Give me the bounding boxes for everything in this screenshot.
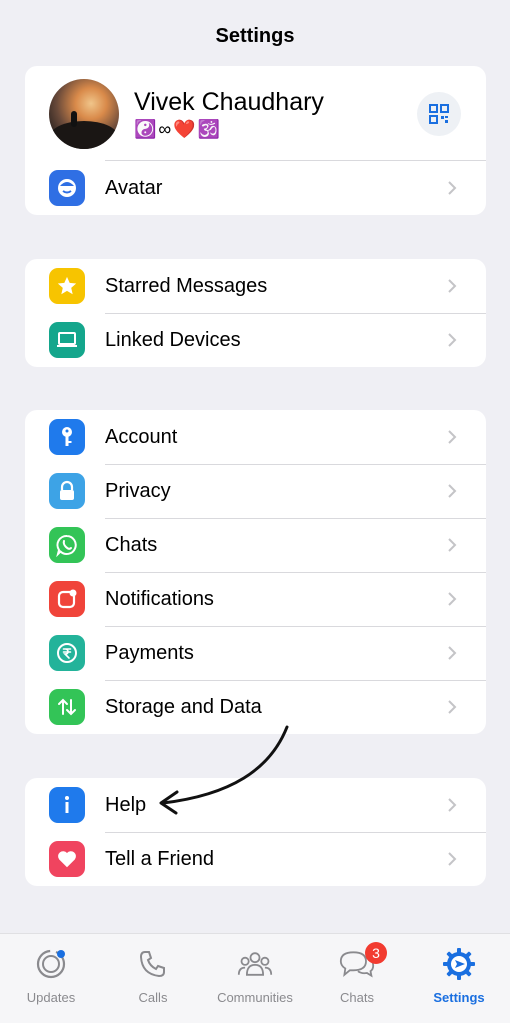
- arrows-updown-icon: [49, 689, 85, 725]
- profile-status: ☯️∞❤️🕉️: [134, 118, 223, 139]
- profile-card: Vivek Chaudhary ☯️∞❤️🕉️ Avatar: [25, 66, 486, 215]
- chevron-right-icon: [444, 591, 460, 607]
- phone-icon: [135, 946, 171, 982]
- group-starred-linked: Starred Messages Linked Devices: [25, 259, 486, 367]
- lock-icon: [49, 473, 85, 509]
- settings-row-starred[interactable]: Starred Messages: [25, 259, 486, 313]
- tab-chats[interactable]: 3 Chats: [307, 942, 407, 1005]
- qr-code-icon: [429, 104, 449, 124]
- chevron-right-icon: [444, 797, 460, 813]
- settings-row-help[interactable]: Help: [25, 778, 486, 832]
- settings-row-account[interactable]: Account: [25, 410, 486, 464]
- chevron-right-icon: [444, 851, 460, 867]
- settings-row-label: Account: [105, 425, 178, 448]
- updates-icon: [33, 946, 69, 982]
- star-icon: [49, 268, 85, 304]
- header: Settings: [0, 0, 510, 66]
- laptop-icon: [49, 322, 85, 358]
- settings-row-label: Help: [105, 793, 147, 816]
- settings-row-label: Linked Devices: [105, 328, 241, 351]
- chevron-right-icon: [444, 537, 460, 553]
- rupee-icon: [49, 635, 85, 671]
- settings-gear-icon: [441, 946, 477, 982]
- settings-row-linked-devices[interactable]: Linked Devices: [25, 313, 486, 367]
- tab-bar: Updates Calls Communities 3 Chats Settin…: [0, 933, 510, 1023]
- key-icon: [49, 419, 85, 455]
- chevron-right-icon: [444, 278, 460, 294]
- profile-row[interactable]: Vivek Chaudhary ☯️∞❤️🕉️: [25, 66, 486, 161]
- whatsapp-icon: [49, 527, 85, 563]
- settings-row-label: Notifications: [105, 587, 214, 610]
- tab-calls[interactable]: Calls: [103, 946, 203, 1005]
- tab-communities[interactable]: Communities: [205, 946, 305, 1005]
- settings-row-label: Starred Messages: [105, 274, 268, 297]
- unread-badge: 3: [365, 942, 387, 964]
- group-account-settings: Account Privacy Chats Notifications Paym…: [25, 410, 486, 734]
- heart-icon: [49, 841, 85, 877]
- settings-row-label: Chats: [105, 533, 158, 556]
- page-title: Settings: [215, 24, 295, 47]
- tab-updates[interactable]: Updates: [1, 946, 101, 1005]
- chevron-right-icon: [444, 645, 460, 661]
- tab-label: Updates: [26, 990, 76, 1005]
- communities-icon: [237, 946, 273, 982]
- avatar[interactable]: [49, 78, 119, 149]
- settings-row-notifications[interactable]: Notifications: [25, 572, 486, 626]
- settings-row-label: Storage and Data: [105, 695, 262, 718]
- chevron-right-icon: [444, 332, 460, 348]
- qr-code-button[interactable]: [417, 92, 461, 136]
- tab-label: Settings: [433, 990, 485, 1005]
- settings-row-label: Avatar: [105, 176, 163, 199]
- avatar-icon: [49, 170, 85, 206]
- settings-row-payments[interactable]: Payments: [25, 626, 486, 680]
- tab-label: Communities: [217, 990, 293, 1005]
- tab-label: Chats: [340, 990, 374, 1005]
- info-icon: [49, 787, 85, 823]
- settings-row-privacy[interactable]: Privacy: [25, 464, 486, 518]
- settings-row-label: Privacy: [105, 479, 171, 502]
- notification-icon: [49, 581, 85, 617]
- tab-label: Calls: [138, 990, 168, 1005]
- settings-row-label: Payments: [105, 641, 194, 664]
- settings-row-chats[interactable]: Chats: [25, 518, 486, 572]
- chevron-right-icon: [444, 180, 460, 196]
- chevron-right-icon: [444, 483, 460, 499]
- chevron-right-icon: [444, 429, 460, 445]
- profile-name: Vivek Chaudhary: [134, 87, 324, 116]
- settings-row-avatar[interactable]: Avatar: [25, 161, 486, 215]
- tab-settings[interactable]: Settings: [409, 946, 509, 1005]
- settings-row-tell-friend[interactable]: Tell a Friend: [25, 832, 486, 886]
- group-help-friend: Help Tell a Friend: [25, 778, 486, 886]
- settings-row-label: Tell a Friend: [105, 847, 214, 870]
- chevron-right-icon: [444, 699, 460, 715]
- settings-row-storage[interactable]: Storage and Data: [25, 680, 486, 734]
